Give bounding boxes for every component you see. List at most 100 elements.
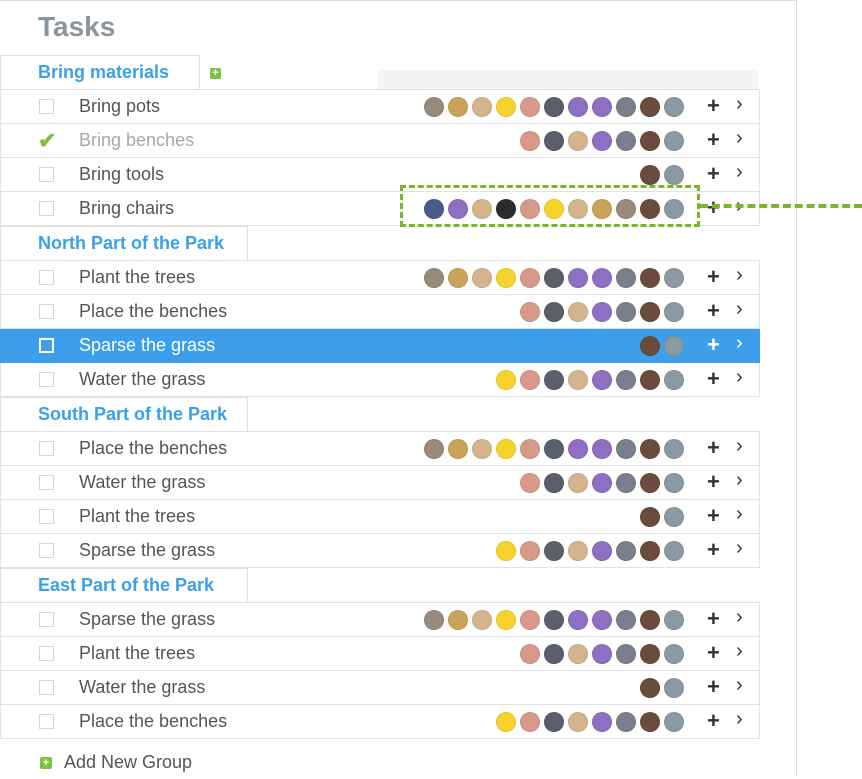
add-assignee-button[interactable]: + bbox=[707, 674, 720, 700]
avatar[interactable] bbox=[616, 131, 636, 151]
task-row[interactable]: Water the grass + › bbox=[0, 363, 760, 397]
task-row[interactable]: Sparse the grass + › bbox=[0, 603, 760, 637]
avatar[interactable] bbox=[616, 268, 636, 288]
avatar[interactable] bbox=[544, 370, 564, 390]
add-assignee-button[interactable]: + bbox=[707, 298, 720, 324]
avatar[interactable] bbox=[568, 644, 588, 664]
avatar[interactable] bbox=[592, 610, 612, 630]
avatar[interactable] bbox=[664, 131, 684, 151]
avatar[interactable] bbox=[472, 439, 492, 459]
avatar[interactable] bbox=[544, 644, 564, 664]
add-assignee-button[interactable]: + bbox=[707, 332, 720, 358]
add-assignee-button[interactable]: + bbox=[707, 195, 720, 221]
avatar[interactable] bbox=[544, 268, 564, 288]
add-assignee-button[interactable]: + bbox=[707, 435, 720, 461]
avatar[interactable] bbox=[592, 370, 612, 390]
avatar[interactable] bbox=[520, 97, 540, 117]
open-task-chevron-icon[interactable]: › bbox=[736, 332, 743, 355]
avatar[interactable] bbox=[568, 370, 588, 390]
task-checkbox[interactable] bbox=[39, 441, 54, 456]
open-task-chevron-icon[interactable]: › bbox=[736, 366, 743, 389]
add-assignee-button[interactable]: + bbox=[707, 640, 720, 666]
avatar[interactable] bbox=[496, 610, 516, 630]
avatar[interactable] bbox=[520, 644, 540, 664]
task-row[interactable]: Place the benches + › bbox=[0, 432, 760, 466]
avatar[interactable] bbox=[640, 97, 660, 117]
avatar[interactable] bbox=[640, 439, 660, 459]
avatar[interactable] bbox=[592, 268, 612, 288]
avatar[interactable] bbox=[568, 541, 588, 561]
group-tab[interactable]: Bring materials bbox=[0, 55, 200, 89]
avatar[interactable] bbox=[664, 507, 684, 527]
group-tab[interactable]: North Part of the Park bbox=[0, 226, 248, 260]
avatar[interactable] bbox=[448, 439, 468, 459]
avatar[interactable] bbox=[544, 302, 564, 322]
avatar[interactable] bbox=[496, 268, 516, 288]
avatar[interactable] bbox=[592, 439, 612, 459]
group-tab[interactable]: South Part of the Park bbox=[0, 397, 248, 431]
avatar[interactable] bbox=[568, 131, 588, 151]
avatar[interactable] bbox=[568, 302, 588, 322]
avatar[interactable] bbox=[664, 541, 684, 561]
open-task-chevron-icon[interactable]: › bbox=[736, 537, 743, 560]
avatar[interactable] bbox=[448, 97, 468, 117]
avatar[interactable] bbox=[424, 610, 444, 630]
avatar[interactable] bbox=[424, 97, 444, 117]
avatar[interactable] bbox=[664, 336, 684, 356]
avatar[interactable] bbox=[568, 97, 588, 117]
avatar[interactable] bbox=[520, 541, 540, 561]
task-checkbox[interactable] bbox=[39, 372, 54, 387]
task-checkbox[interactable] bbox=[39, 509, 54, 524]
open-task-chevron-icon[interactable]: › bbox=[736, 503, 743, 526]
avatar[interactable] bbox=[544, 541, 564, 561]
avatar[interactable] bbox=[640, 644, 660, 664]
avatar[interactable] bbox=[592, 131, 612, 151]
avatar[interactable] bbox=[424, 268, 444, 288]
avatar[interactable] bbox=[640, 541, 660, 561]
add-task-icon[interactable]: + bbox=[210, 68, 221, 79]
add-assignee-button[interactable]: + bbox=[707, 503, 720, 529]
avatar[interactable] bbox=[640, 302, 660, 322]
avatar[interactable] bbox=[424, 439, 444, 459]
avatar[interactable] bbox=[616, 302, 636, 322]
avatar[interactable] bbox=[616, 97, 636, 117]
avatar[interactable] bbox=[472, 268, 492, 288]
avatar[interactable] bbox=[664, 644, 684, 664]
avatar[interactable] bbox=[568, 473, 588, 493]
avatar[interactable] bbox=[520, 712, 540, 732]
avatar[interactable] bbox=[664, 678, 684, 698]
avatar[interactable] bbox=[544, 610, 564, 630]
avatar[interactable] bbox=[640, 268, 660, 288]
open-task-chevron-icon[interactable]: › bbox=[736, 606, 743, 629]
avatar[interactable] bbox=[544, 97, 564, 117]
avatar[interactable] bbox=[664, 97, 684, 117]
add-assignee-button[interactable]: + bbox=[707, 537, 720, 563]
open-task-chevron-icon[interactable]: › bbox=[736, 93, 743, 116]
avatar[interactable] bbox=[640, 678, 660, 698]
avatar[interactable] bbox=[640, 507, 660, 527]
avatar[interactable] bbox=[520, 610, 540, 630]
avatar[interactable] bbox=[616, 473, 636, 493]
avatar[interactable] bbox=[640, 370, 660, 390]
task-row[interactable]: Place the benches + › bbox=[0, 295, 760, 329]
checkmark-icon[interactable]: ✔ bbox=[38, 128, 56, 154]
avatar[interactable] bbox=[616, 712, 636, 732]
avatar[interactable] bbox=[520, 268, 540, 288]
avatar[interactable] bbox=[496, 541, 516, 561]
open-task-chevron-icon[interactable]: › bbox=[736, 298, 743, 321]
avatar[interactable] bbox=[520, 370, 540, 390]
avatar[interactable] bbox=[568, 610, 588, 630]
add-assignee-button[interactable]: + bbox=[707, 127, 720, 153]
task-checkbox[interactable] bbox=[39, 270, 54, 285]
avatar[interactable] bbox=[520, 131, 540, 151]
task-checkbox[interactable] bbox=[39, 338, 54, 353]
task-row[interactable]: Plant the trees + › bbox=[0, 637, 760, 671]
add-assignee-button[interactable]: + bbox=[707, 264, 720, 290]
add-assignee-button[interactable]: + bbox=[707, 708, 720, 734]
avatar[interactable] bbox=[448, 610, 468, 630]
avatar[interactable] bbox=[640, 712, 660, 732]
avatar[interactable] bbox=[616, 439, 636, 459]
task-checkbox[interactable] bbox=[39, 680, 54, 695]
avatar[interactable] bbox=[664, 473, 684, 493]
task-checkbox[interactable] bbox=[39, 543, 54, 558]
